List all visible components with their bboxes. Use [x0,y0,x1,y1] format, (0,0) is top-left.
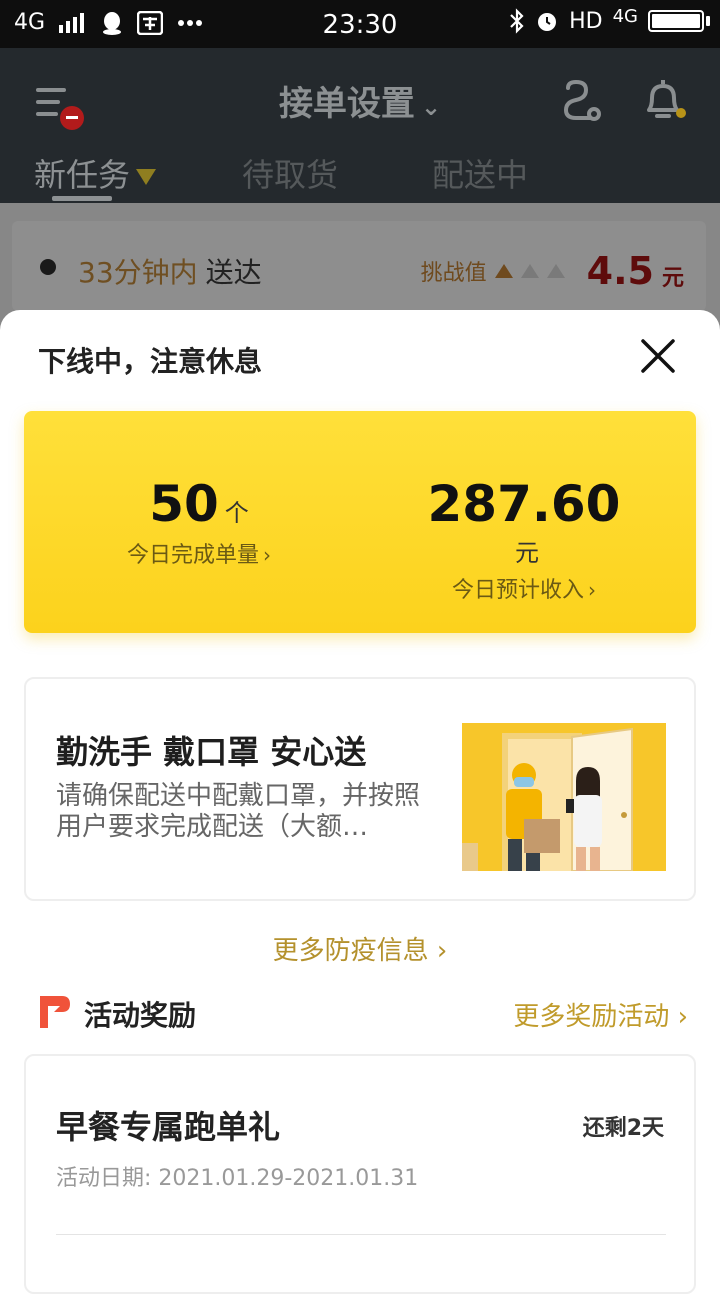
header-title: 接单设置 [278,84,415,124]
active-tab-indicator [52,196,112,201]
tab-label: 待取货 [242,156,339,194]
chevron-down-icon: ⌄ [420,93,442,121]
completed-orders-unit: 个 [224,499,249,527]
estimated-income-stat[interactable]: 287.60 元 今日预计收入 › [414,475,634,604]
delivery-time: 33分钟内 送达 [78,251,262,291]
completed-orders-value: 50 [149,475,219,533]
status-bar: 4G 23:30 HD 4G [0,0,720,48]
delivery-time-suffix: 送达 [205,256,262,289]
tab-new-tasks[interactable]: 新任务 [34,150,157,196]
activity-card[interactable]: 早餐专属跑单礼 还剩2天 活动日期: 2021.01.29-2021.01.31 [24,1054,696,1294]
bluetooth-icon [510,8,524,34]
challenge-label: 挑战值 [420,261,487,286]
more-epidemic-info-link[interactable]: 更多防疫信息 › [0,930,720,967]
divider [56,1234,666,1235]
chevron-right-icon: › [588,578,596,602]
notice-body: 请确保配送中配戴口罩，并按照用户要求完成配送（大额… [56,781,421,842]
activity-section-title: 活动奖励 [84,999,197,1032]
stopwatch-icon [40,259,56,275]
completed-orders-label: 今日完成单量 [126,543,259,568]
flag-icon [40,996,70,1028]
estimated-income-unit: 元 [515,539,539,567]
tab-label: 配送中 [432,156,529,194]
completed-orders-stat[interactable]: 50 个 今日完成单量 › [104,475,294,569]
notification-dot [676,108,686,118]
chevron-right-icon: › [263,543,271,567]
battery-icon [648,10,704,32]
challenge-level-icon [546,264,565,278]
courier-delivery-image [462,723,666,871]
activity-date: 活动日期: 2021.01.29-2021.01.31 [56,1166,419,1191]
status-right: HD 4G [509,5,710,34]
tab-label: 新任务 [34,156,131,194]
daily-stats-card: 50 个 今日完成单量 › 287.60元 今日预计收入 › [24,411,696,633]
filter-icon[interactable] [136,169,157,185]
chevron-right-icon: › [428,936,448,966]
more-epidemic-label: 更多防疫信息 [272,936,429,966]
estimated-income-value: 287.60 [427,475,621,533]
more-rewards-label: 更多奖励活动 [513,1002,670,1032]
task-card: 33分钟内 送达 挑战值 4.5 元 [12,221,706,311]
tab-delivering[interactable]: 配送中 [432,150,528,196]
tab-to-pickup[interactable]: 待取货 [242,150,338,196]
challenge-value: 挑战值 4.5 元 [421,249,684,293]
estimated-income-label: 今日预计收入 [451,578,584,603]
sheet-title: 下线中，注意休息 [38,345,263,378]
activity-rewards-header: 活动奖励 更多奖励活动 › [38,992,688,1036]
more-rewards-link[interactable]: 更多奖励活动 › [513,996,688,1033]
epidemic-notice-card[interactable]: 勤洗手 戴口罩 安心送 请确保配送中配戴口罩，并按照用户要求完成配送（大额… [24,677,696,901]
task-tabs: 新任务 待取货 配送中 [0,148,720,203]
order-settings-dropdown[interactable]: 接单设置 ⌄ [0,76,720,125]
challenge-level-icon [520,264,539,278]
challenge-amount: 4.5 [586,249,654,293]
hd-label: HD [569,8,603,34]
activity-remaining: 还剩2天 [582,1116,664,1141]
delivery-time-highlight: 33分钟内 [78,256,198,289]
offline-bottom-sheet: 下线中，注意休息 50 个 今日完成单量 › 287.60元 今日预计收入 › 勤洗手… [0,310,720,1294]
alarm-icon [538,13,557,31]
activity-name: 早餐专属跑单礼 [56,1108,281,1146]
network-right-label: 4G [612,5,638,27]
app-header: 接单设置 ⌄ 新任务 待取货 配送中 [0,48,720,203]
challenge-unit: 元 [661,266,684,291]
close-icon[interactable] [640,338,676,374]
chevron-right-icon: › [669,1002,688,1032]
route-icon[interactable] [560,78,604,122]
notice-title: 勤洗手 戴口罩 安心送 [56,733,367,771]
battery-cap [706,16,710,26]
challenge-level-icon [494,264,513,278]
